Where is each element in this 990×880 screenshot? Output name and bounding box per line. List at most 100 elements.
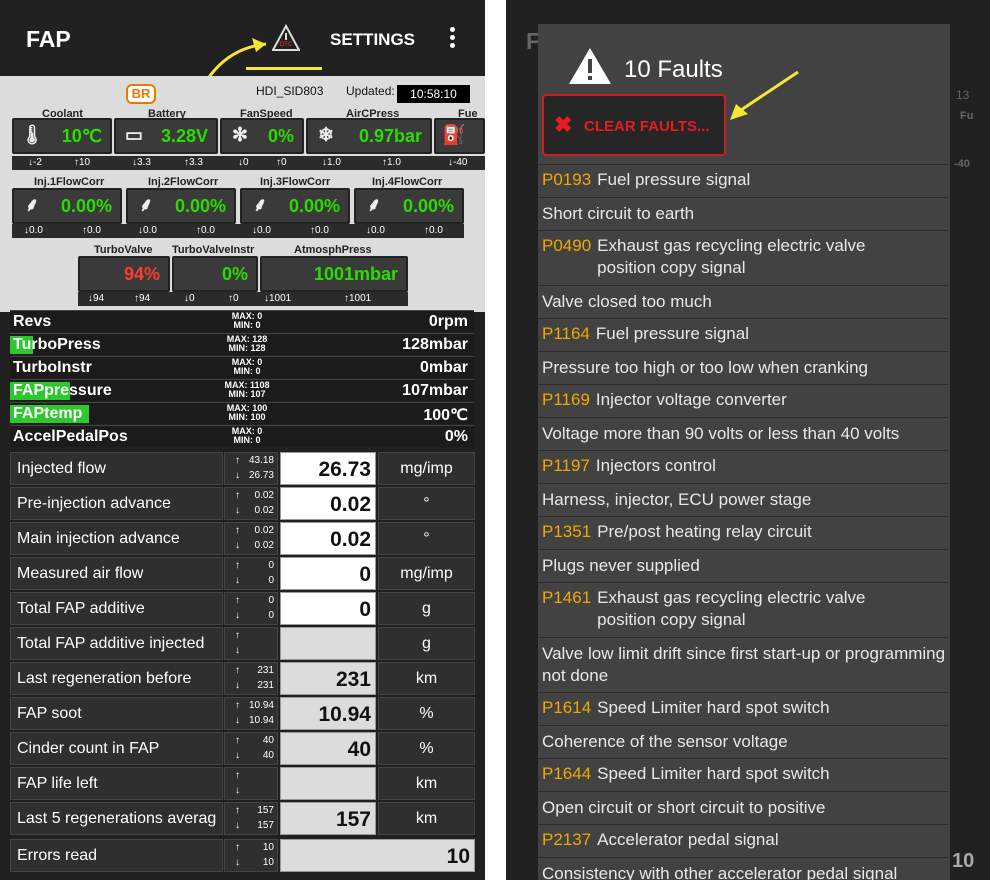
gauge-turbovalveinstr[interactable]: 0% <box>172 256 258 292</box>
row-unit: km <box>378 802 475 835</box>
bar-revs[interactable]: Revs MAX: 0 MIN: 0 0rpm <box>10 310 474 332</box>
bar-label: TurboPress <box>13 336 101 353</box>
max-value: 3.3 <box>189 157 203 168</box>
table-row[interactable]: Last regeneration before ↑ 231 ↓ 231 231 km <box>10 662 475 695</box>
ecu-name: HDI_SID803 <box>256 84 324 98</box>
gauge-battery[interactable]: ▭ 3.28V <box>114 118 218 154</box>
fault-code-row[interactable]: P1614 Speed Limiter hard spot switch <box>538 692 948 722</box>
fault-code-row[interactable]: P1164 Fuel pressure signal <box>538 318 948 348</box>
settings-button[interactable]: SETTINGS <box>330 30 415 50</box>
bar-value: 0% <box>444 428 468 445</box>
gauge-inj1[interactable]: ⸙ 0.00% <box>12 188 122 224</box>
fault-code-row[interactable]: P2137 Accelerator pedal signal <box>538 824 948 854</box>
fault-description: Accelerator pedal signal <box>597 830 779 849</box>
bar-value: 128mbar <box>402 336 468 353</box>
bar-fappressure[interactable]: FAPpressure MAX: 1108 MIN: 107 107mbar <box>10 379 474 401</box>
max-value: 0.0 <box>429 225 443 236</box>
max-value: 1001 <box>349 293 372 304</box>
fault-detail[interactable]: Consistency with other accelerator pedal… <box>538 857 948 880</box>
max-value: 0.0 <box>87 225 101 236</box>
fault-detail[interactable]: Open circuit or short circuit to positiv… <box>538 791 948 824</box>
max-value: 0 <box>281 157 287 168</box>
row-minmax: ↑ 0 ↓ 0 <box>224 592 278 625</box>
fault-detail[interactable]: Voltage more than 90 volts or less than … <box>538 417 948 450</box>
table-row[interactable]: Errors read ↑ 10 ↓ 10 10 <box>10 839 475 872</box>
fault-code-row[interactable]: P1197 Injectors control <box>538 450 948 480</box>
gauge-turbovalve[interactable]: 94% <box>78 256 170 292</box>
gauge-label: TurboValve <box>94 244 153 256</box>
fault-description: Speed Limiter hard spot switch <box>597 764 830 783</box>
gauge-inj2[interactable]: ⸙ 0.00% <box>126 188 236 224</box>
fault-code-row[interactable]: P1169 Injector voltage converter <box>538 384 948 414</box>
fault-detail[interactable]: Valve low limit drift since first start-… <box>538 637 948 692</box>
row-unit: mg/imp <box>378 452 475 485</box>
row-value: 0 <box>280 557 376 590</box>
row-min: 0.02 <box>254 505 274 516</box>
bar-turbopress[interactable]: TurboPress MAX: 128 MIN: 128 128mbar <box>10 333 474 355</box>
fault-detail[interactable]: Harness, injector, ECU power stage <box>538 483 948 516</box>
gauge-atmosphpress[interactable]: 1001mbar <box>260 256 408 292</box>
fault-detail[interactable]: Plugs never supplied <box>538 549 948 582</box>
table-row[interactable]: Total FAP additive ↑ 0 ↓ 0 0 g <box>10 592 475 625</box>
bar-min: MIN: 128 <box>228 343 266 353</box>
fault-detail[interactable]: Pressure too high or too low when cranki… <box>538 351 948 384</box>
bar-minmax: MAX: 100 MIN: 100 <box>224 404 270 422</box>
row-unit: km <box>378 767 475 800</box>
table-row[interactable]: Main injection advance ↑ 0.02 ↓ 0.02 0.02 ° <box>10 522 475 555</box>
fault-code-row[interactable]: P1351 Pre/post heating relay circuit <box>538 516 948 546</box>
fault-code-row[interactable]: P0490 Exhaust gas recycling electric valv… <box>538 230 948 282</box>
row-max: 40 <box>262 735 274 746</box>
gauge-aircpress[interactable]: ❄ 0.97bar <box>306 118 432 154</box>
annotation-arrow <box>730 70 799 120</box>
gauge-value: 0.00% <box>288 196 340 216</box>
gauge-label: TurboValveInstr <box>172 244 255 256</box>
fault-detail[interactable]: Valve closed too much <box>538 285 948 318</box>
fault-code-row[interactable]: P0193 Fuel pressure signal <box>538 164 948 194</box>
warning-icon <box>569 48 611 84</box>
fault-code: P2137 <box>542 830 592 849</box>
min-value: 1.0 <box>327 157 341 168</box>
gauge-coolant[interactable]: 🌡 10℃ <box>12 118 112 154</box>
row-minmax: ↑ 0.02 ↓ 0.02 <box>224 522 278 555</box>
gauge-label: AtmosphPress <box>294 244 372 256</box>
fault-description: Exhaust gas recycling electric valve pos… <box>597 236 866 277</box>
clear-faults-button[interactable]: ✖ CLEAR FAULTS... <box>542 94 726 156</box>
row-min: 157 <box>257 820 274 831</box>
table-row[interactable]: Last 5 regenerations averag ↑ 157 ↓ 157 157… <box>10 802 475 835</box>
table-row[interactable]: FAP soot ↑ 10.94 ↓ 10.94 10.94 % <box>10 697 475 730</box>
gauge-inj3[interactable]: ⸙ 0.00% <box>240 188 350 224</box>
table-row[interactable]: Pre-injection advance ↑ 0.02 ↓ 0.02 0.02 ° <box>10 487 475 520</box>
table-row[interactable]: Total FAP additive injected ↑ ↓ g <box>10 627 475 660</box>
fault-code-row[interactable]: P1461 Exhaust gas recycling electric valv… <box>538 582 948 634</box>
row-max: 43.18 <box>248 455 274 466</box>
overflow-menu-icon[interactable] <box>444 27 460 51</box>
row-minmax: ↑ ↓ <box>224 767 278 800</box>
bg-label: Fu <box>960 110 974 122</box>
gauge-inj4[interactable]: ⸙ 0.00% <box>354 188 464 224</box>
fault-detail[interactable]: Short circuit to earth <box>538 197 948 230</box>
max-value: 10 <box>79 157 91 168</box>
bar-accelpedalpos[interactable]: AccelPedalPos MAX: 0 MIN: 0 0% <box>10 425 474 447</box>
row-value: 10 <box>280 839 475 872</box>
row-unit: mg/imp <box>378 557 475 590</box>
fault-detail[interactable]: Coherence of the sensor voltage <box>538 725 948 758</box>
gauge-label: Inj.1FlowCorr <box>34 176 105 188</box>
fault-code: P0490 <box>542 236 592 255</box>
bar-turboinstr[interactable]: TurboInstr MAX: 0 MIN: 0 0mbar <box>10 356 474 378</box>
table-row[interactable]: Cinder count in FAP ↑ 40 ↓ 40 40 % <box>10 732 475 765</box>
bar-faptemp[interactable]: FAPtemp MAX: 100 MIN: 100 100℃ <box>10 402 474 424</box>
row-minmax: ↑ 43.18 ↓ 26.73 <box>224 452 278 485</box>
gauge-fuel[interactable]: ⛽ <box>434 118 485 154</box>
bar-minmax: MAX: 1108 MIN: 107 <box>224 381 270 399</box>
gauge-value: 0% <box>221 264 248 284</box>
table-row[interactable]: FAP life left ↑ ↓ km <box>10 767 475 800</box>
row-value: 0.02 <box>280 487 376 520</box>
table-row[interactable]: Measured air flow ↑ 0 ↓ 0 0 mg/imp <box>10 557 475 590</box>
gauge-fanspeed[interactable]: ✻ 0% <box>220 118 304 154</box>
row-min: 40 <box>262 750 274 761</box>
fault-code-row[interactable]: P1644 Speed Limiter hard spot switch <box>538 758 948 788</box>
fault-code: P1614 <box>542 698 592 717</box>
bar-label: FAPpressure <box>13 382 112 399</box>
bar-value: 0mbar <box>419 359 468 376</box>
table-row[interactable]: Injected flow ↑ 43.18 ↓ 26.73 26.73 mg/imp <box>10 452 475 485</box>
